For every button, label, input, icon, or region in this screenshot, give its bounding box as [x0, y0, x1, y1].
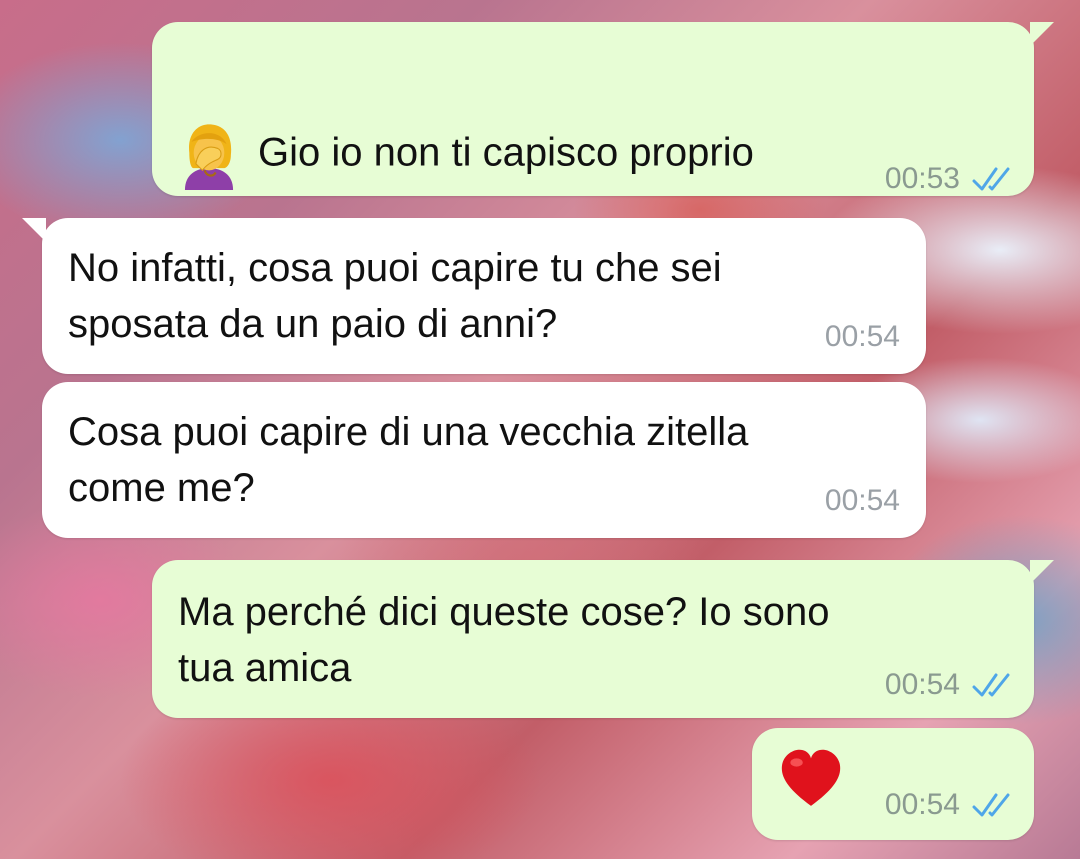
message-time: 00:54: [824, 484, 900, 517]
double-check-icon: [972, 793, 1010, 817]
message-time: 00:53: [884, 162, 960, 195]
message-meta: 00:53: [885, 162, 1016, 196]
message-time: 00:54: [884, 668, 960, 701]
message-meta: 00:54: [885, 788, 1016, 822]
double-check-icon: [972, 673, 1010, 697]
message-bubble-outgoing[interactable]: 00:54: [752, 728, 1034, 840]
message-time: 00:54: [824, 320, 900, 353]
double-check-icon: [972, 167, 1010, 191]
message-content: Gio io non ti capisco proprio: [174, 64, 754, 190]
message-text: Gio io non ti capisco proprio: [258, 130, 754, 175]
chat-area: Gio io non ti capisco proprio 00:53 No i…: [0, 0, 1080, 859]
red-heart-icon: [781, 749, 841, 806]
message-bubble-outgoing[interactable]: Ma perché dici queste cose? Io sono tua …: [152, 560, 1054, 718]
woman-facepalming-icon: [184, 124, 234, 190]
message-time: 00:54: [884, 788, 960, 821]
message-text: No infatti, cosa puoi capire tu che sei …: [68, 246, 722, 346]
message-bubble-incoming[interactable]: No infatti, cosa puoi capire tu che sei …: [22, 218, 926, 374]
message-meta: 00:54: [825, 484, 900, 518]
message-text: Cosa puoi capire di una vecchia zitella …: [68, 410, 749, 510]
message-meta: 00:54: [885, 668, 1016, 702]
message-meta: 00:54: [825, 320, 900, 354]
message-bubble-outgoing[interactable]: Gio io non ti capisco proprio 00:53: [152, 22, 1054, 196]
message-text: Ma perché dici queste cose? Io sono tua …: [178, 590, 830, 690]
message-bubble-incoming[interactable]: Cosa puoi capire di una vecchia zitella …: [42, 382, 926, 538]
